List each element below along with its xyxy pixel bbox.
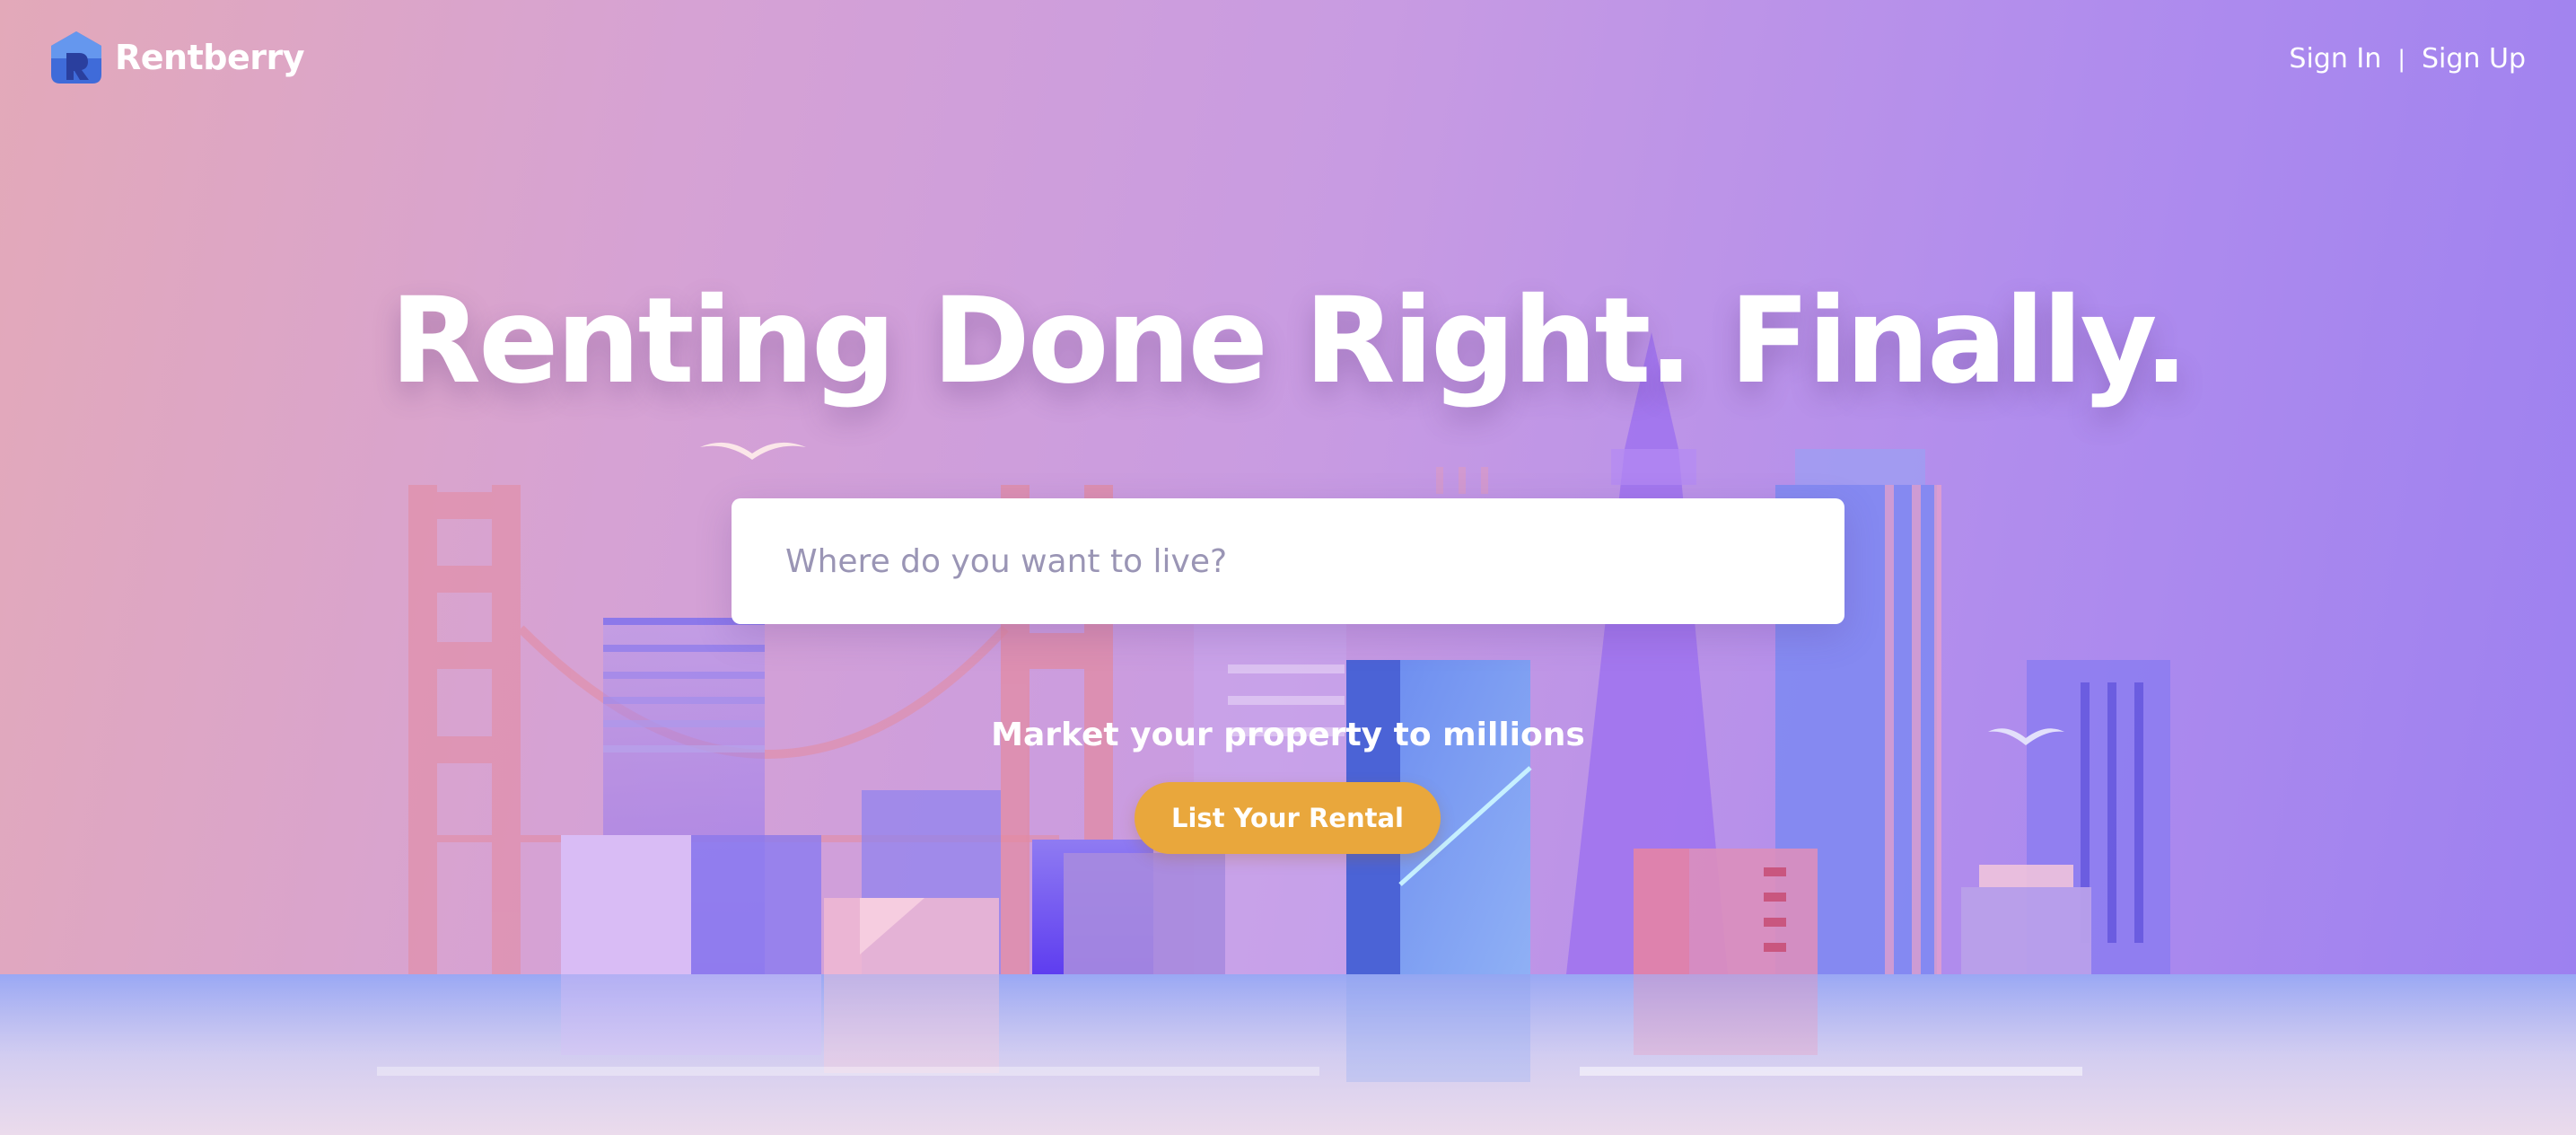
sign-up-link[interactable]: Sign Up xyxy=(2422,43,2526,75)
brand-logo-link[interactable]: Rentberry xyxy=(48,29,304,86)
sign-in-link[interactable]: Sign In xyxy=(2289,43,2381,75)
auth-nav: Sign In | Sign Up xyxy=(2289,43,2526,75)
bird-icon xyxy=(700,442,806,460)
list-your-rental-button[interactable]: List Your Rental xyxy=(1135,782,1441,854)
rentberry-house-logo-icon xyxy=(51,31,101,84)
market-property-text: Market your property to millions xyxy=(991,717,1585,753)
brand-name: Rentberry xyxy=(115,38,304,77)
auth-separator: | xyxy=(2397,45,2406,73)
location-search-input[interactable] xyxy=(732,498,1844,624)
hero-title: Renting Done Right. Finally. xyxy=(390,272,2188,410)
site-header: Rentberry Sign In | Sign Up xyxy=(0,0,2576,126)
location-search-box xyxy=(732,498,1844,624)
